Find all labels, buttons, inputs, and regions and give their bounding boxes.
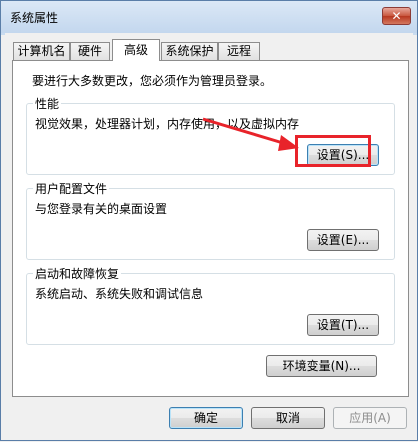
ok-button[interactable]: 确定 <box>169 407 243 429</box>
admin-notice: 要进行大多数更改，您必须作为管理员登录。 <box>32 74 273 88</box>
performance-description: 视觉效果，处理器计划，内存使用，以及虚拟内存 <box>35 117 300 131</box>
startup-recovery-description: 系统启动、系统失败和调试信息 <box>35 287 204 301</box>
tab-advanced[interactable]: 高级 <box>112 39 160 61</box>
advanced-tab-panel: 要进行大多数更改，您必须作为管理员登录。 性能 视觉效果，处理器计划，内存使用，… <box>12 60 409 397</box>
user-profiles-description: 与您登录有关的桌面设置 <box>35 202 168 216</box>
startup-recovery-group: 启动和故障恢复 系统启动、系统失败和调试信息 设置(T)... <box>26 265 395 345</box>
environment-variables-button[interactable]: 环境变量(N)... <box>266 355 377 377</box>
user-profiles-group: 用户配置文件 与您登录有关的桌面设置 设置(E)... <box>26 180 395 260</box>
tab-system-protection[interactable]: 系统保护 <box>161 42 218 60</box>
tab-remote[interactable]: 远程 <box>218 42 260 60</box>
window-title: 系统属性 <box>10 11 59 25</box>
apply-button[interactable]: 应用(A) <box>333 407 407 429</box>
dialog-client-area: 计算机名 硬件 高级 系统保护 远程 要进行大多数更改，您必须作为管理员登录。 … <box>5 33 413 437</box>
close-button[interactable]: ✕ <box>382 7 411 25</box>
performance-group: 性能 视觉效果，处理器计划，内存使用，以及虚拟内存 设置(S)... <box>26 95 395 175</box>
close-icon: ✕ <box>391 9 402 23</box>
performance-settings-button[interactable]: 设置(S)... <box>307 144 379 166</box>
tab-computer-name[interactable]: 计算机名 <box>13 42 70 60</box>
title-bar[interactable]: 系统属性 ✕ <box>1 1 417 33</box>
startup-recovery-group-title: 启动和故障恢复 <box>33 265 122 282</box>
cancel-button[interactable]: 取消 <box>251 407 325 429</box>
user-profiles-settings-button[interactable]: 设置(E)... <box>307 229 379 251</box>
tab-hardware[interactable]: 硬件 <box>70 42 110 60</box>
user-profiles-group-title: 用户配置文件 <box>33 180 110 197</box>
startup-recovery-settings-button[interactable]: 设置(T)... <box>307 314 379 336</box>
performance-group-title: 性能 <box>33 95 62 112</box>
system-properties-window: 系统属性 ✕ 计算机名 硬件 高级 系统保护 远程 要进行大多数更改，您必须作为… <box>0 0 418 441</box>
